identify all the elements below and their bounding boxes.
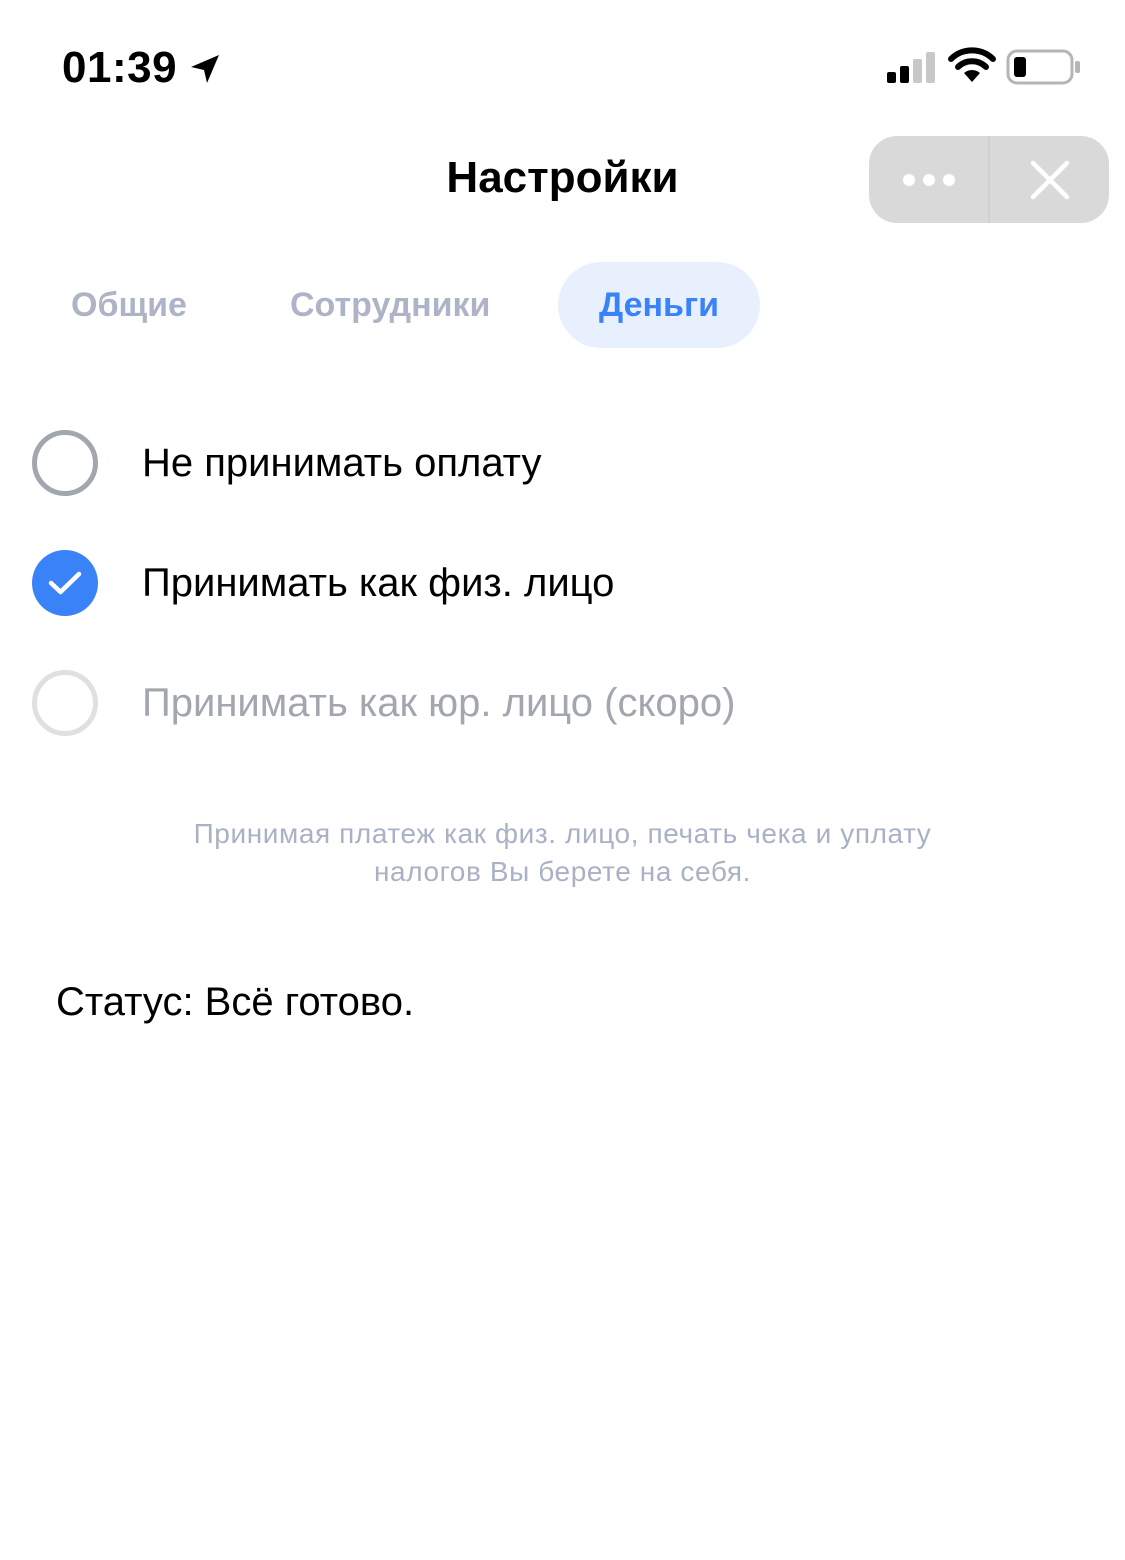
- status-bar: 01:39: [0, 0, 1125, 130]
- location-arrow-icon: [188, 52, 222, 86]
- cellular-signal-icon: [886, 50, 940, 84]
- payment-hint: Принимая платеж как физ. лицо, печать че…: [193, 818, 932, 887]
- option-label: Не принимать оплату: [142, 441, 542, 485]
- option-label: Принимать как физ. лицо: [142, 561, 615, 605]
- radio-unchecked-icon[interactable]: [32, 430, 98, 496]
- status-text: Статус: Всё готово.: [56, 980, 415, 1024]
- radio-checked-icon[interactable]: [32, 550, 98, 616]
- more-dots-icon[interactable]: [869, 136, 988, 223]
- tab-money[interactable]: Деньги: [558, 262, 760, 348]
- close-icon[interactable]: [990, 136, 1109, 223]
- radio-disabled-icon: [32, 670, 98, 736]
- tab-general[interactable]: Общие: [71, 262, 187, 348]
- wifi-icon: [948, 46, 996, 84]
- payment-option-legal-entity: Принимать как юр. лицо (скоро): [32, 668, 1092, 738]
- status-time: 01:39: [62, 43, 178, 92]
- payment-option-individual[interactable]: Принимать как физ. лицо: [32, 548, 1092, 618]
- option-label: Принимать как юр. лицо (скоро): [142, 681, 736, 725]
- tab-staff[interactable]: Сотрудники: [290, 262, 490, 348]
- payment-option-none[interactable]: Не принимать оплату: [32, 428, 1092, 498]
- battery-icon: [1006, 49, 1082, 85]
- mini-app-capsule: [869, 136, 1109, 223]
